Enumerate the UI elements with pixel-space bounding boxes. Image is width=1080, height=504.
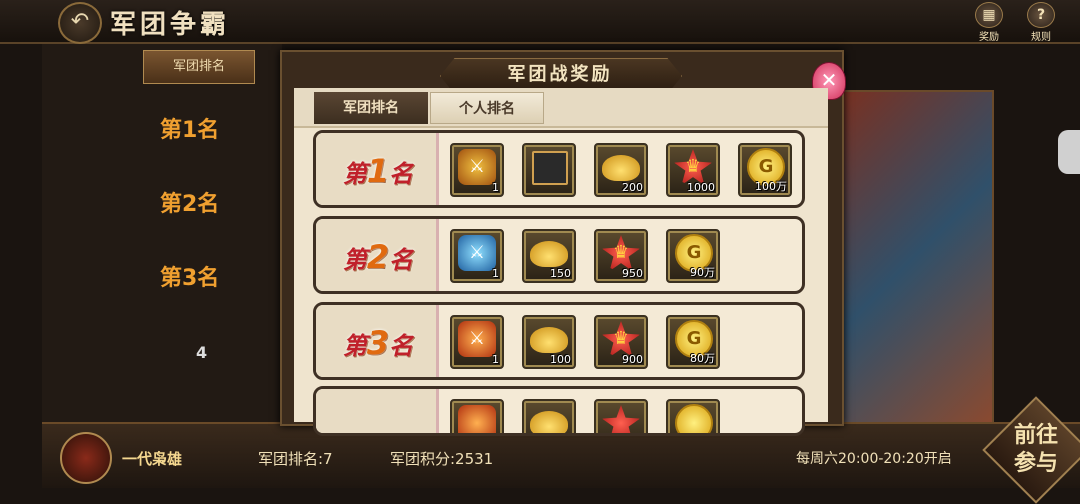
rank-prefix: 第 [342,246,367,274]
tab-guild-ranking[interactable]: 军团排名 [314,92,428,124]
rank-prefix: 第 [342,160,367,188]
reward-item[interactable]: ♛ 1000 [666,143,720,197]
hero-artwork [835,90,994,424]
back-button[interactable]: ↶ [58,2,102,44]
weapon-icon: ⚔ [458,149,496,185]
reward-item[interactable]: G 80万 [666,315,720,369]
guild-rank-text: 军团排名:7 [258,450,333,468]
item-count: 100万 [755,180,787,193]
rules-label: 规则 [1031,32,1051,43]
schedule-text: 每周六20:00-20:20开启 [796,451,952,467]
rank-label: 第2名 [330,237,426,277]
rank-suffix: 名 [389,332,414,360]
reward-item[interactable]: ♛ 950 [594,229,648,283]
item-count: 80万 [690,352,715,365]
rank-badge: 第3名 [316,305,439,377]
background-rank-3: 第3名 [160,266,220,291]
guild-emblem-icon [60,432,112,484]
item-count: 90万 [690,266,715,279]
guild-score-text: 军团积分:2531 [390,450,494,468]
reward-item[interactable]: ♛ 900 [594,315,648,369]
item-count: 950 [622,267,643,280]
rank-badge: 第1名 [316,133,439,205]
rank-number: 2 [366,238,390,276]
question-icon: ? [1027,2,1055,28]
rank-number: 1 [366,152,390,190]
star-medal-icon: ♛ [674,149,712,185]
reward-item[interactable]: G 100万 [738,143,792,197]
star-medal-icon [602,405,640,433]
reward-item[interactable]: 200 [594,143,648,197]
reward-item[interactable]: ⚔ 1 [450,143,504,197]
avatar-frame-icon [532,151,568,185]
page-title: 军团争霸 [110,10,231,40]
rules-button[interactable]: ? 规则 [1024,2,1058,43]
reward-item[interactable] [594,399,648,433]
gold-ingot-icon [530,327,568,353]
item-count: 1000 [687,181,715,194]
item-count: 900 [622,353,643,366]
sword-icon: ⚔ [458,235,496,271]
reward-row-rank-1: 第1名 ⚔ 1 200 ♛ 1000 G 100万 [313,130,805,208]
go-participate-label[interactable]: 前往参与 [1000,414,1072,486]
reward-row-partial [313,386,805,436]
back-arrow-icon: ↶ [70,9,90,34]
item-count: 100 [550,353,571,366]
reward-item[interactable] [522,143,576,197]
weapon-icon [458,405,496,433]
reward-item[interactable] [666,399,720,433]
reward-item[interactable]: 150 [522,229,576,283]
reward-item[interactable]: G 90万 [666,229,720,283]
guild-name: 一代枭雄 [122,450,183,468]
gold-ingot-icon [602,155,640,181]
item-count: 1 [492,181,499,194]
rank-prefix: 第 [342,332,367,360]
background-rank-2: 第2名 [160,192,220,217]
reward-row-rank-2: 第2名 ⚔ 1 150 ♛ 950 G 90万 [313,216,805,294]
star-medal-icon: ♛ [602,321,640,357]
reward-item[interactable] [522,399,576,433]
star-medal-icon: ♛ [602,235,640,271]
modal-title: 军团战奖励 [507,64,613,85]
reward-row-rank-3: 第3名 ⚔ 1 100 ♛ 900 G 80万 [313,302,805,380]
reward-item[interactable]: 100 [522,315,576,369]
item-count: 150 [550,267,571,280]
weapon-icon: ⚔ [458,321,496,357]
reward-item[interactable]: ⚔ 1 [450,229,504,283]
rank-label: 第1名 [330,151,426,191]
item-count: 200 [622,181,643,194]
tab-personal-ranking[interactable]: 个人排名 [430,92,544,124]
item-count: 1 [492,353,499,366]
rank-number: 3 [366,324,390,362]
gold-ingot-icon [530,241,568,267]
item-count: 1 [492,267,499,280]
reward-button[interactable]: ▦ 奖励 [972,2,1006,43]
gold-coin-icon [675,404,713,433]
reward-item[interactable]: ⚔ 1 [450,315,504,369]
background-rank-1: 第1名 [160,118,220,143]
gold-ingot-icon [530,411,568,433]
rank-badge: 第2名 [316,219,439,291]
reward-label: 奖励 [979,32,999,43]
side-pull-tab[interactable] [1058,130,1080,174]
rank-suffix: 名 [389,246,414,274]
background-tab-guild-rank[interactable]: 军团排名 [143,50,255,84]
gift-icon: ▦ [975,2,1003,28]
reward-item[interactable] [450,399,504,433]
rank-suffix: 名 [389,160,414,188]
rank-label: 第3名 [330,323,426,363]
